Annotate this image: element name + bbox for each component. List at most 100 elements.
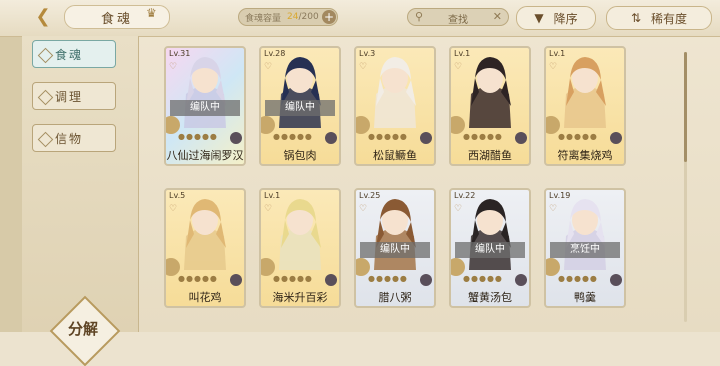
character-name: 叫花鸡 (188, 291, 222, 304)
heart-icon: ♡ (359, 204, 368, 214)
heart-icon: ♡ (169, 204, 178, 214)
sort-order-button[interactable]: ▼ 降序 (516, 6, 596, 30)
character-name: 符离集烧鸡 (557, 149, 613, 162)
status-badge: 烹饪中 (550, 242, 620, 258)
class-icon (420, 274, 432, 286)
character-card[interactable]: Lv.1 ♡ ●●●●● 西湖醋鱼 (449, 46, 531, 166)
level-label: Lv.1 (264, 191, 281, 200)
tab-food-soul[interactable]: 食魂 (32, 40, 116, 68)
level-label: Lv.28 (264, 49, 286, 58)
star-rating-icon: ●●●●● (178, 274, 218, 283)
class-icon (610, 132, 622, 144)
character-portrait (564, 57, 606, 128)
tab-cuisine[interactable]: 调理 (32, 82, 116, 110)
diamond-icon (37, 131, 54, 148)
character-portrait (184, 57, 226, 128)
character-name: 蟹黄汤包 (468, 291, 512, 304)
character-card[interactable]: Lv.31 ♡ 编队中 ●●●●● 八仙过海闹罗汉 (164, 46, 246, 166)
level-label: Lv.5 (169, 191, 186, 200)
sort-label: 降序 (553, 11, 578, 26)
rarity-sort-icon: ⇅ (630, 11, 642, 25)
capacity-current: 24 (287, 12, 299, 22)
capacity-label: 食魂容量 (245, 13, 282, 24)
plus-icon[interactable]: + (322, 10, 336, 24)
star-rating-icon: ●●●●● (368, 132, 408, 141)
character-portrait (374, 57, 416, 128)
sidebar: 食魂 调理 信物 分解 (22, 36, 139, 366)
class-icon (230, 274, 242, 286)
search-input[interactable]: ⚲ 查找 ✕ (407, 8, 509, 26)
scrollbar-thumb[interactable] (684, 52, 687, 162)
tab-label: 信物 (55, 131, 84, 146)
character-portrait (184, 199, 226, 270)
heart-icon: ♡ (454, 62, 463, 72)
character-card[interactable]: Lv.5 ♡ ●●●●● 叫花鸡 (164, 188, 246, 308)
star-rating-icon: ●●●●● (368, 274, 408, 283)
level-label: Lv.3 (359, 49, 376, 58)
tab-label: 食魂 (55, 47, 84, 62)
character-card[interactable]: Lv.3 ♡ ●●●●● 松鼠鳜鱼 (354, 46, 436, 166)
character-card[interactable]: Lv.22 ♡ 编队中 ●●●●● 蟹黄汤包 (449, 188, 531, 308)
heart-icon: ♡ (169, 62, 178, 72)
level-label: Lv.25 (359, 191, 381, 200)
decompose-label[interactable]: 分解 (60, 318, 106, 339)
character-portrait (469, 199, 511, 270)
level-label: Lv.19 (549, 191, 571, 200)
heart-icon: ♡ (359, 62, 368, 72)
character-name: 八仙过海闹罗汉 (166, 149, 244, 162)
diamond-icon (37, 89, 54, 106)
status-badge: 编队中 (265, 100, 335, 116)
star-rating-icon: ●●●●● (273, 132, 313, 141)
left-decor-strip (0, 36, 22, 332)
status-badge: 编队中 (170, 100, 240, 116)
level-label: Lv.1 (549, 49, 566, 58)
status-badge: 编队中 (360, 242, 430, 258)
class-icon (325, 132, 337, 144)
class-icon (325, 274, 337, 286)
heart-icon: ♡ (549, 62, 558, 72)
star-rating-icon: ●●●●● (558, 274, 598, 283)
character-name: 腊八粥 (378, 291, 412, 304)
character-portrait (469, 57, 511, 128)
character-portrait (374, 199, 416, 270)
rarity-label: 稀有度 (651, 11, 688, 26)
character-portrait (279, 57, 321, 128)
rarity-sort-button[interactable]: ⇅ 稀有度 (606, 6, 712, 30)
character-grid: Lv.31 ♡ 编队中 ●●●●● 八仙过海闹罗汉 Lv.28 ♡ 编队中 ●●… (164, 42, 634, 332)
character-card[interactable]: Lv.1 ♡ ●●●●● 符离集烧鸡 (544, 46, 626, 166)
character-portrait (279, 199, 321, 270)
star-rating-icon: ●●●●● (178, 132, 218, 141)
character-card[interactable]: Lv.28 ♡ 编队中 ●●●●● 锅包肉 (259, 46, 341, 166)
search-icon: ⚲ (415, 10, 424, 23)
character-name: 鸭羹 (574, 291, 596, 304)
character-card[interactable]: Lv.1 ♡ ●●●●● 海米升百彩 (259, 188, 341, 308)
capacity-max: /200 (298, 12, 319, 22)
star-rating-icon: ●●●●● (463, 274, 503, 283)
character-name: 松鼠鳜鱼 (373, 149, 417, 162)
heart-icon: ♡ (264, 62, 273, 72)
tab-label: 调理 (55, 89, 84, 104)
top-bar: ❮ 食魂 ♛ 食魂容量 24/200 + ⚲ 查找 ✕ ▼ 降序 ⇅ 稀有度 (0, 0, 720, 37)
character-name: 海米升百彩 (272, 291, 328, 304)
star-rating-icon: ●●●●● (273, 274, 313, 283)
heart-icon: ♡ (454, 204, 463, 214)
status-badge: 编队中 (455, 242, 525, 258)
level-label: Lv.1 (454, 49, 471, 58)
class-icon (515, 132, 527, 144)
back-arrow-icon[interactable]: ❮ (30, 4, 56, 28)
character-portrait (564, 199, 606, 270)
heart-icon: ♡ (549, 204, 558, 214)
close-icon[interactable]: ✕ (493, 10, 502, 23)
class-icon (515, 274, 527, 286)
character-name: 锅包肉 (283, 149, 317, 162)
tab-token[interactable]: 信物 (32, 124, 116, 152)
character-card[interactable]: Lv.19 ♡ 烹饪中 ●●●●● 鸭羹 (544, 188, 626, 308)
level-label: Lv.22 (454, 191, 476, 200)
crown-icon[interactable]: ♛ (146, 6, 157, 20)
class-icon (230, 132, 242, 144)
level-label: Lv.31 (169, 49, 191, 58)
character-name: 西湖醋鱼 (468, 149, 512, 162)
star-rating-icon: ●●●●● (558, 132, 598, 141)
character-card[interactable]: Lv.25 ♡ 编队中 ●●●●● 腊八粥 (354, 188, 436, 308)
class-icon (610, 274, 622, 286)
